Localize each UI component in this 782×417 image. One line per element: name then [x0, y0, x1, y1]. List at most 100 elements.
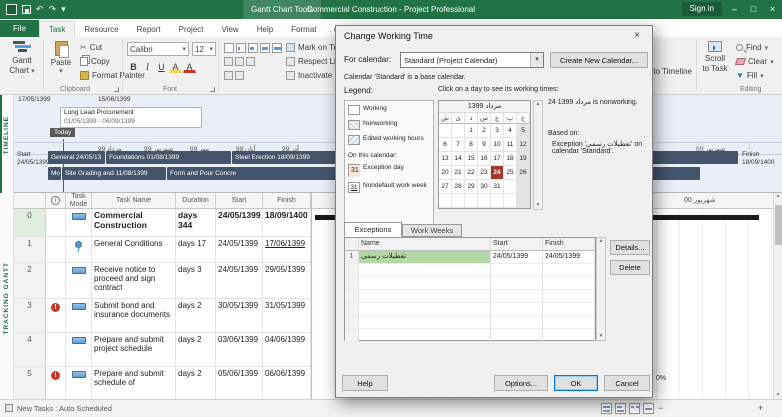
exception-cell[interactable]	[345, 264, 359, 277]
exceptions-scrollbar[interactable]: ▲ ▼	[596, 237, 606, 341]
cut-button[interactable]: ✂Cut	[80, 43, 102, 52]
start-cell[interactable]: 24/05/1399	[216, 263, 263, 299]
add-to-timeline-button[interactable]: Add to Timeline	[652, 67, 692, 78]
for-calendar-combo[interactable]: Standard (Project Calendar) ▾	[400, 52, 544, 68]
new-tasks-status[interactable]: New Tasks : Auto Scheduled	[0, 404, 112, 413]
calendar-day-6[interactable]: 6	[439, 138, 452, 152]
vertical-scrollbar[interactable]: ▲ ▼	[773, 193, 782, 399]
highlight-color-button[interactable]: A	[169, 60, 182, 73]
font-dialog-launcher-icon[interactable]	[210, 87, 215, 92]
zoom-in-icon[interactable]: +	[758, 403, 763, 413]
maximize-icon[interactable]: □	[744, 0, 763, 19]
scroll-down-icon[interactable]: ▼	[774, 392, 782, 398]
calendar-day-30[interactable]: 30	[478, 180, 491, 194]
ok-button[interactable]: OK	[554, 375, 598, 391]
exception-cell[interactable]	[543, 264, 595, 277]
paste-button[interactable]: Paste ▾	[47, 41, 75, 76]
tab-work-weeks[interactable]: Work Weeks	[402, 224, 462, 237]
timeline-bar-site-grading[interactable]: Site Grading and 11/08/1399	[62, 167, 166, 180]
scroll-up-icon[interactable]: ▲	[774, 193, 782, 199]
scroll-to-task-button[interactable]: Scroll to Task	[699, 41, 731, 73]
tab-help[interactable]: Help	[248, 22, 282, 37]
task-name-cell[interactable]: Prepare and submit schedule of	[92, 367, 176, 399]
calendar-day-13[interactable]: 13	[439, 152, 452, 166]
finish-cell[interactable]: 04/06/1399	[263, 333, 311, 367]
save-icon[interactable]	[22, 5, 31, 14]
exception-cell[interactable]	[345, 277, 359, 290]
tab-task[interactable]: Task	[39, 21, 75, 37]
dialog-close-icon[interactable]: ×	[622, 26, 652, 46]
minimize-icon[interactable]: –	[725, 0, 744, 19]
task-mode-cell[interactable]	[66, 367, 92, 399]
calendar-day-2[interactable]: 2	[478, 124, 491, 138]
underline-button[interactable]: U	[155, 60, 168, 73]
calendar-day-4[interactable]: 4	[504, 124, 517, 138]
view-shortcut-usage[interactable]	[615, 403, 626, 414]
calendar-day-23[interactable]: 23	[478, 166, 491, 180]
finish-cell[interactable]: 06/06/1399	[263, 367, 311, 399]
options-button[interactable]: Options...	[494, 375, 548, 391]
task-name-cell[interactable]: General Conditions	[92, 237, 176, 263]
tab-file[interactable]: File	[0, 20, 39, 37]
exception-cell[interactable]	[543, 303, 595, 316]
duration-cell[interactable]: days 2	[176, 333, 216, 367]
copy-button[interactable]: Copy	[80, 57, 110, 66]
delete-button[interactable]: Delete	[610, 260, 650, 275]
font-family-combo[interactable]: Calibri▾	[127, 42, 189, 56]
task-mode-cell[interactable]	[66, 209, 92, 237]
calendar-day-22[interactable]: 22	[465, 166, 478, 180]
duration-cell[interactable]: days 17	[176, 237, 216, 263]
task-row-4[interactable]: 4Prepare and submit project scheduledays…	[14, 333, 311, 367]
tab-resource[interactable]: Resource	[75, 22, 127, 37]
finish-cell[interactable]: 17/06/1399	[263, 237, 311, 263]
app-icon[interactable]	[6, 4, 17, 15]
row-number[interactable]: 4	[14, 333, 46, 367]
exception-cell[interactable]: 24/05/1399	[543, 251, 595, 264]
exception-cell[interactable]	[359, 264, 491, 277]
row-number[interactable]: 3	[14, 299, 46, 333]
start-cell[interactable]: 03/06/1399	[216, 333, 263, 367]
task-row-5[interactable]: 5!Prepare and submit schedule ofdays 205…	[14, 367, 311, 399]
tab-report[interactable]: Report	[128, 22, 170, 37]
calendar-day-10[interactable]: 10	[491, 138, 504, 152]
font-size-combo[interactable]: 12▾	[192, 42, 216, 56]
font-color-button[interactable]: A	[183, 60, 196, 73]
exception-cell[interactable]	[359, 329, 491, 342]
exception-cell[interactable]	[359, 303, 491, 316]
exception-cell[interactable]	[543, 316, 595, 329]
start-cell[interactable]: 30/05/1399	[216, 299, 263, 333]
task-row-0[interactable]: 0Commercial Constructiondays 34424/05/13…	[14, 209, 311, 237]
tab-exceptions[interactable]: Exceptions	[344, 222, 402, 237]
exception-cell[interactable]	[491, 316, 543, 329]
tab-format[interactable]: Format	[282, 22, 325, 37]
exception-cell[interactable]	[359, 316, 491, 329]
exception-cell[interactable]	[491, 303, 543, 316]
exception-cell[interactable]	[345, 290, 359, 303]
percent-complete-icons[interactable]	[224, 43, 284, 55]
exception-cell[interactable]	[345, 316, 359, 329]
exception-cell[interactable]	[491, 264, 543, 277]
timeline-bar-continued[interactable]	[652, 167, 700, 180]
calendar-day-24[interactable]: 24	[491, 166, 504, 180]
timeline-bar-foundations[interactable]: Foundations 01/08/1399	[106, 151, 231, 164]
exceptions-scroll-up-icon[interactable]: ▲	[597, 238, 605, 244]
timeline-bar-mobilize[interactable]: Mo	[48, 167, 61, 180]
timeline-bar-general[interactable]: General 24/05/13	[48, 151, 105, 164]
task-mode-cell[interactable]	[66, 237, 92, 263]
clear-button[interactable]: Clear▾	[736, 57, 774, 66]
task-name-cell[interactable]: Commercial Construction	[92, 209, 176, 237]
calendar-scroll-down-icon[interactable]: ▼	[534, 202, 542, 208]
task-mode-cell[interactable]	[66, 299, 92, 333]
calendar-day-31[interactable]: 31	[491, 180, 504, 194]
clipboard-dialog-launcher-icon[interactable]	[114, 87, 119, 92]
timeline-callout[interactable]: Long Lead Procurement 01/05/1399 - 06/09…	[60, 107, 202, 128]
sign-in-button[interactable]: Sign in	[682, 2, 722, 16]
calendar-day-29[interactable]: 29	[465, 180, 478, 194]
exception-cell[interactable]	[491, 290, 543, 303]
tab-view[interactable]: View	[213, 22, 248, 37]
cancel-button[interactable]: Cancel	[604, 375, 650, 391]
calendar-day-8[interactable]: 8	[465, 138, 478, 152]
exception-row-empty[interactable]	[345, 303, 595, 316]
row-number[interactable]: 1	[14, 237, 46, 263]
task-row-2[interactable]: 2Receive notice to proceed and sign cont…	[14, 263, 311, 299]
